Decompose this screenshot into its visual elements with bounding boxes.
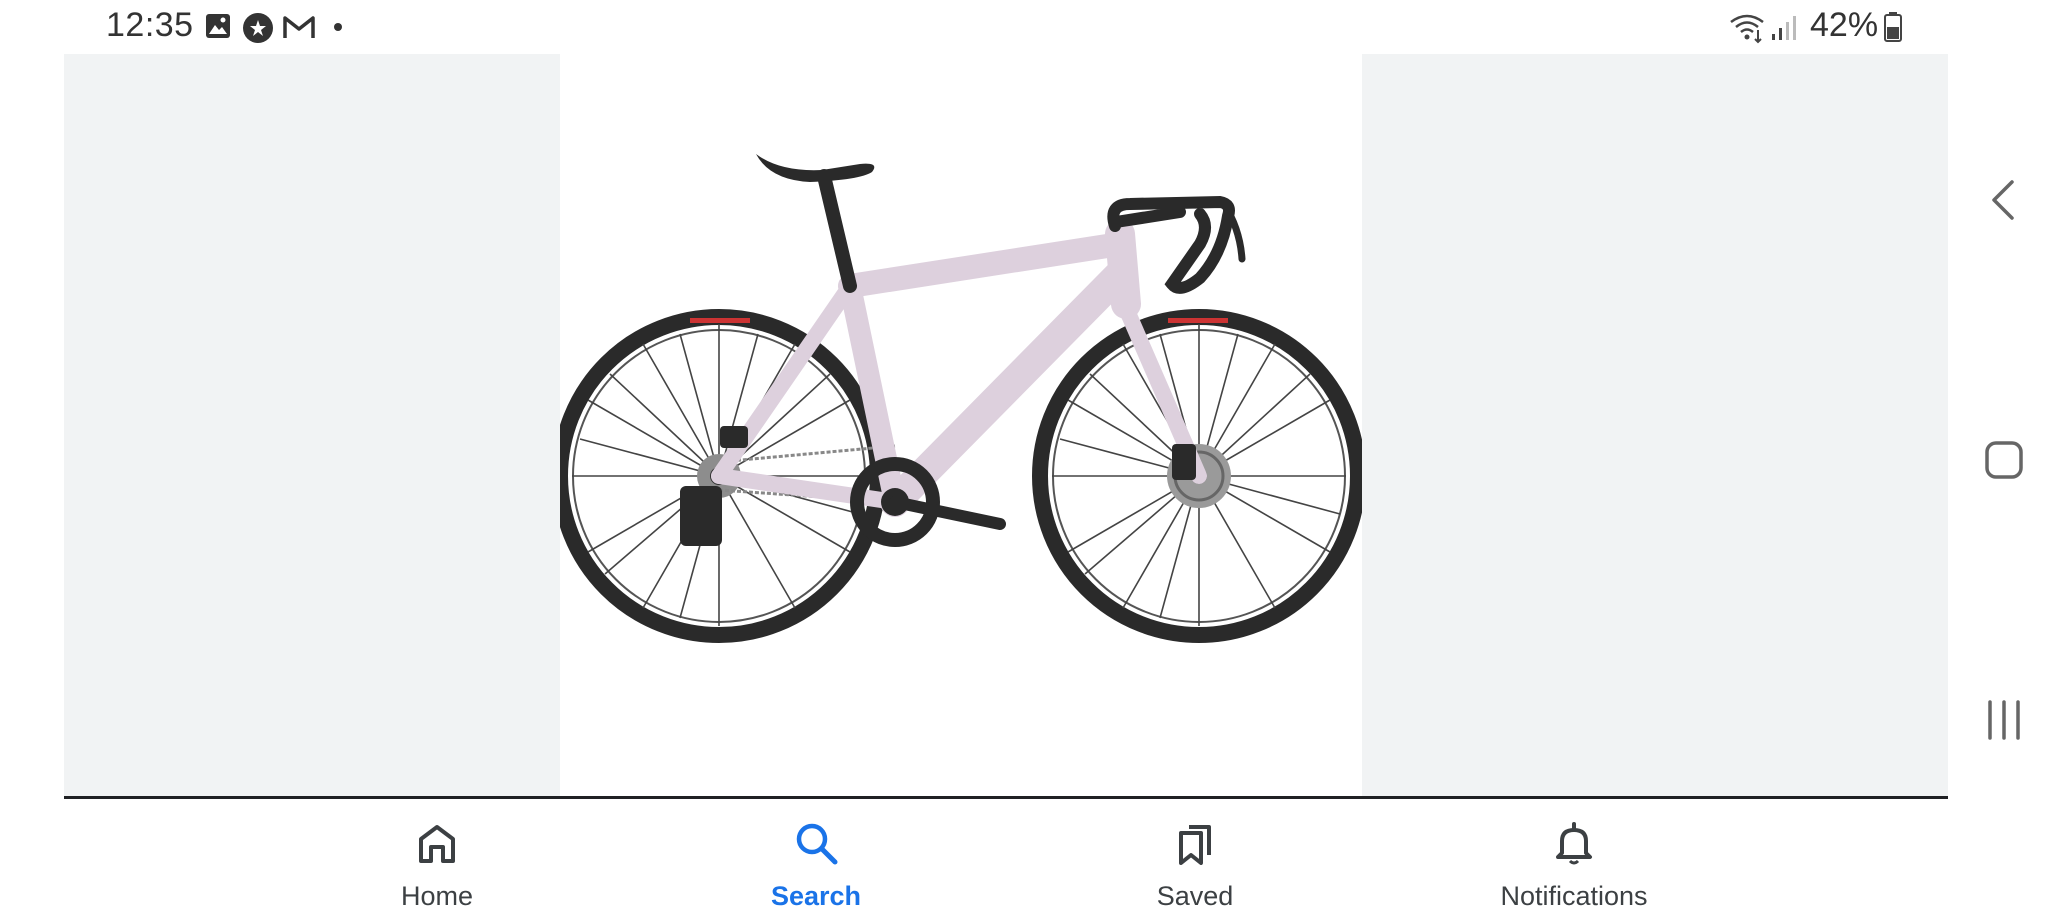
nav-item-saved[interactable]: Saved <box>1075 799 1315 922</box>
screen: 12:35 42% Home Search Saved Notification… <box>0 0 2048 922</box>
nav-label-saved: Saved <box>1156 881 1234 911</box>
back-icon[interactable] <box>1974 170 2034 230</box>
nav-item-search[interactable]: Search <box>696 799 936 922</box>
home-square-icon[interactable] <box>1974 430 2034 490</box>
home-icon <box>419 825 455 863</box>
nav-label-search: Search <box>770 881 862 911</box>
bottom-navigation: Home Search Saved Notifications <box>64 799 1948 922</box>
star-badge-icon <box>243 13 273 43</box>
nav-label-notifications: Notifications <box>1500 881 1648 911</box>
battery-icon <box>1884 12 1902 42</box>
gallery-icon <box>206 14 230 38</box>
bell-icon <box>1556 822 1592 865</box>
bookmarks-icon <box>1179 825 1211 865</box>
nav-label-home: Home <box>400 881 474 911</box>
search-icon <box>796 823 838 865</box>
system-navigation <box>1960 0 2048 922</box>
dot-icon <box>334 23 342 31</box>
recents-icon[interactable] <box>1974 690 2034 750</box>
gmail-icon <box>283 16 315 38</box>
status-bar: 12:35 42% <box>0 0 1960 54</box>
nav-item-home[interactable]: Home <box>317 799 557 922</box>
nav-item-notifications[interactable]: Notifications <box>1454 799 1694 922</box>
battery-percent: 42% <box>1810 6 1879 44</box>
status-time: 12:35 <box>106 6 194 44</box>
image-viewer[interactable] <box>64 54 1948 796</box>
signal-icon <box>1772 16 1796 40</box>
bicycle-illustration <box>560 154 1362 643</box>
product-image[interactable] <box>560 54 1362 796</box>
wifi-icon <box>1730 14 1764 44</box>
